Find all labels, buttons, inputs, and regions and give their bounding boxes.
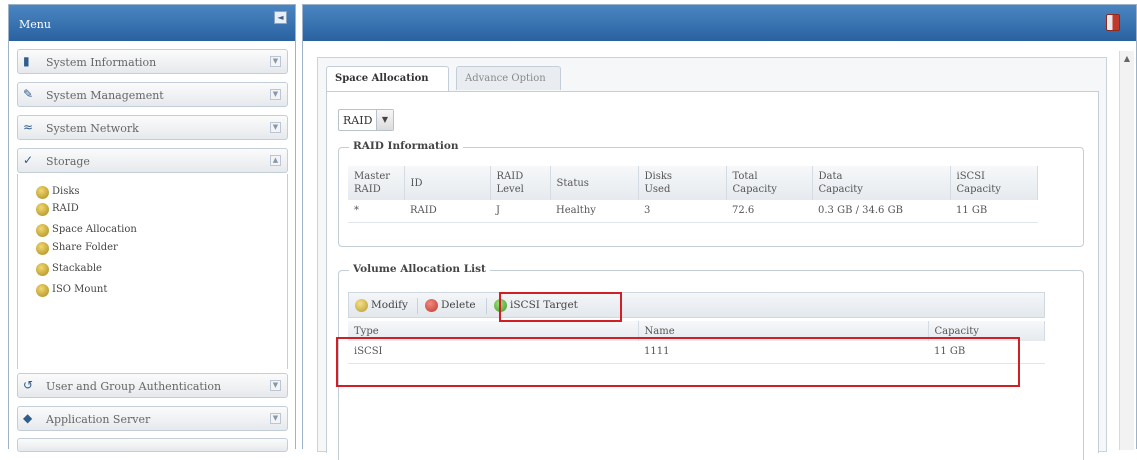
server-icon: ◆ — [23, 411, 33, 425]
raid-select[interactable]: RAID ▼ — [338, 109, 394, 131]
logout-icon[interactable] — [1106, 14, 1120, 31]
chevron-down-icon[interactable]: ▼ — [270, 122, 281, 133]
cell-raid-level: J — [496, 205, 501, 217]
toolbar-divider — [417, 298, 418, 314]
menu-item-application-server[interactable]: ◆ Application Server ▼ — [17, 406, 288, 431]
col-id[interactable]: ID — [404, 166, 491, 200]
cell-id: RAID — [410, 205, 437, 217]
menu-item-label: Storage — [46, 155, 90, 168]
cell-master-raid: * — [354, 205, 359, 217]
vertical-scrollbar[interactable]: ▲ — [1119, 51, 1134, 450]
tab-advance-option[interactable]: Advance Option — [456, 66, 561, 90]
cell-data-capacity: 0.3 GB / 34.6 GB — [818, 205, 903, 217]
raid-information-group: RAID Information Master RAID ID RAID Level… — [338, 140, 1084, 247]
submenu-item-label: Share Folder — [52, 242, 118, 253]
col-raid-level[interactable]: RAID Level — [490, 166, 551, 200]
col-total-capacity[interactable]: Total Capacity — [726, 166, 813, 200]
col-master-raid[interactable]: Master RAID — [348, 166, 405, 200]
storage-icon: ✓ — [23, 153, 34, 167]
table-header-row: Master RAID ID RAID Level Status Disks Used… — [348, 166, 1038, 200]
menu-item-system-management[interactable]: ✎ System Management ▼ — [17, 82, 288, 107]
cell-disks-used: 3 — [644, 205, 651, 217]
submenu-item-label: Disks — [52, 186, 80, 197]
storage-submenu: Disks RAID Space Allocation Share Folder… — [17, 174, 288, 369]
disk-icon — [36, 186, 49, 199]
cell-status: Healthy — [556, 205, 596, 217]
highlight-box-iscsi-target — [499, 292, 622, 322]
menu-item-system-information[interactable]: ▮ System Information ▼ — [17, 49, 288, 74]
cell-total-capacity: 72.6 — [732, 205, 755, 217]
menu-item-storage[interactable]: ✓ Storage ▲ — [17, 148, 288, 173]
menu-item-label: System Information — [46, 56, 157, 69]
menu-item-label: User and Group Authentication — [46, 380, 222, 393]
menu-item-system-network[interactable]: ≈ System Network ▼ — [17, 115, 288, 140]
delete-icon — [425, 299, 438, 312]
tab-space-allocation[interactable]: Space Allocation — [326, 66, 449, 92]
menu-title: Menu — [19, 18, 51, 31]
submenu-item-label: ISO Mount — [52, 284, 108, 295]
info-icon: ▮ — [23, 54, 30, 68]
modify-button[interactable]: Modify — [355, 296, 413, 316]
submenu-item-label: Space Allocation — [52, 224, 137, 235]
menu-item-partial[interactable] — [17, 438, 288, 452]
highlight-box-volume-row — [336, 337, 1020, 387]
col-status[interactable]: Status — [550, 166, 639, 200]
disk-icon — [36, 242, 49, 255]
content-header — [303, 5, 1136, 41]
chevron-down-icon[interactable]: ▼ — [270, 413, 281, 424]
disk-icon — [36, 203, 49, 216]
menu-header: Menu ◄ — [9, 5, 295, 41]
collapse-icon[interactable]: ◄ — [274, 11, 287, 24]
disk-icon — [36, 263, 49, 276]
menu-item-label: Application Server — [46, 413, 151, 426]
raid-info-table: Master RAID ID RAID Level Status Disks Used… — [348, 166, 1038, 223]
volume-toolbar: Modify Delete iSCSI Target — [348, 292, 1045, 318]
pencil-icon — [355, 299, 368, 312]
submenu-item-label: Stackable — [52, 263, 102, 274]
network-icon: ≈ — [23, 120, 34, 134]
volume-allocation-legend: Volume Allocation List — [349, 263, 490, 275]
menu-item-label: System Network — [46, 122, 139, 135]
wrench-icon: ✎ — [23, 87, 34, 101]
toolbar-divider — [486, 298, 487, 314]
menu-item-label: System Management — [46, 89, 164, 102]
menu-panel: Menu ◄ ▮ System Information ▼ ✎ System M… — [8, 4, 296, 452]
chevron-down-icon[interactable]: ▼ — [270, 380, 281, 391]
chevron-down-icon[interactable]: ▼ — [270, 89, 281, 100]
chevron-up-icon[interactable]: ▲ — [270, 155, 281, 166]
raid-information-legend: RAID Information — [349, 140, 463, 152]
cell-iscsi-capacity: 11 GB — [956, 205, 988, 217]
menu-item-user-group-auth[interactable]: ↺ User and Group Authentication ▼ — [17, 373, 288, 398]
raid-select-value: RAID — [343, 114, 373, 127]
tab-body: RAID ▼ RAID Information Master RAID ID RA… — [326, 91, 1099, 460]
submenu-item-label: RAID — [52, 203, 79, 214]
col-disks-used[interactable]: Disks Used — [638, 166, 727, 200]
chevron-down-icon[interactable]: ▼ — [270, 56, 281, 67]
scroll-up-icon[interactable]: ▲ — [1121, 53, 1133, 65]
col-iscsi-capacity[interactable]: iSCSI Capacity — [950, 166, 1038, 200]
disk-icon — [36, 224, 49, 237]
table-row[interactable]: * RAID J Healthy 3 72.6 0.3 GB / 34.6 GB… — [348, 200, 1038, 222]
tab-container: Space Allocation Advance Option RAID ▼ R… — [317, 57, 1107, 460]
delete-button[interactable]: Delete — [425, 296, 483, 316]
users-icon: ↺ — [23, 378, 34, 392]
chevron-down-icon[interactable]: ▼ — [376, 110, 393, 130]
col-data-capacity[interactable]: Data Capacity — [812, 166, 951, 200]
disk-icon — [36, 284, 49, 297]
